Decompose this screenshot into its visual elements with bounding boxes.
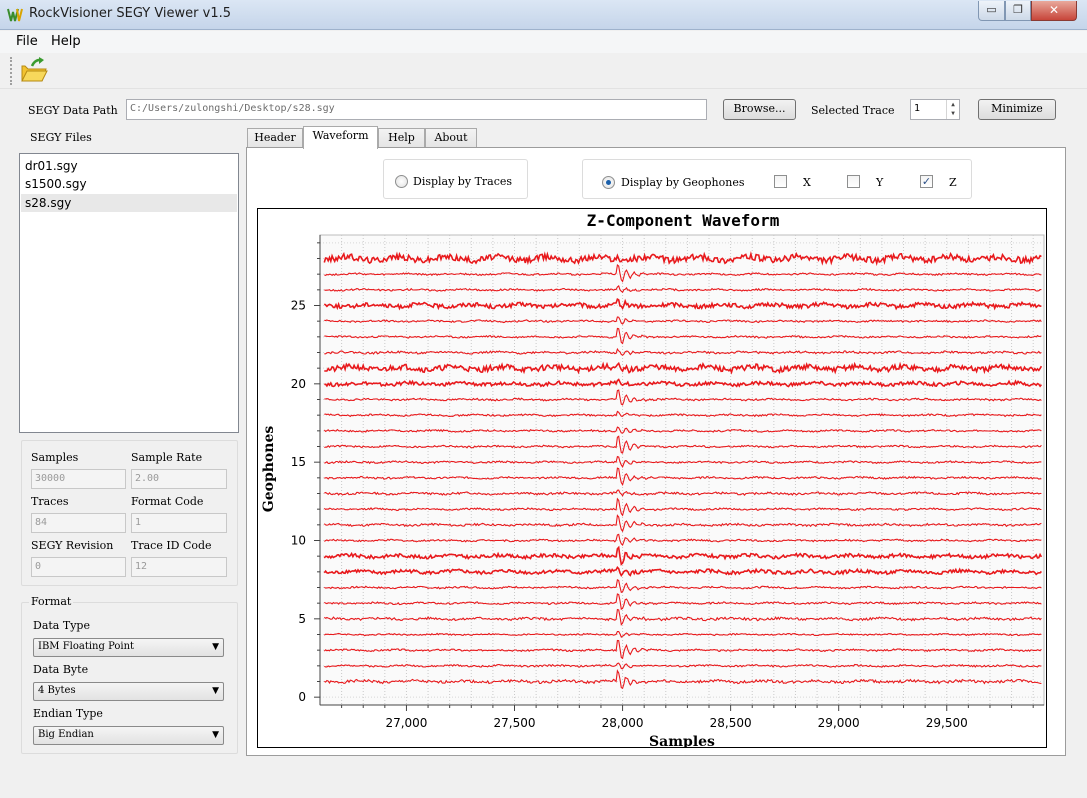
close-window-button[interactable]: ✕ xyxy=(1031,1,1077,21)
tab-help[interactable]: Help xyxy=(378,128,425,148)
toolbar-grip[interactable] xyxy=(10,57,14,85)
data-byte-label: Data Byte xyxy=(33,663,89,676)
segy-path-input[interactable]: C:/Users/zulongshi/Desktop/s28.sgy xyxy=(126,99,707,120)
traces-field: 84 xyxy=(31,513,126,533)
checkmark-icon: ✓ xyxy=(921,175,932,188)
data-type-label: Data Type xyxy=(33,619,90,632)
window-title: RockVisioner SEGY Viewer v1.5 xyxy=(29,6,232,21)
y-tick-label: 20 xyxy=(291,377,306,391)
minimize-icon: ▭ xyxy=(986,3,997,16)
tab-header[interactable]: Header xyxy=(247,128,303,148)
segy-revision-field: 0 xyxy=(31,557,126,577)
menu-help[interactable]: Help xyxy=(51,34,81,49)
x-tick-label: 28,000 xyxy=(602,716,644,730)
endian-type-value: Big Endian xyxy=(38,729,94,740)
maximize-icon: ❐ xyxy=(1013,3,1023,16)
selected-trace-spinbox[interactable]: 1 ▲ ▼ xyxy=(910,99,960,120)
y-component-label: Y xyxy=(876,176,884,189)
y-tick-label: 0 xyxy=(298,690,306,704)
minimize-button[interactable]: Minimize xyxy=(978,99,1056,120)
waveform-plot[interactable]: Z-Component Waveform Samples Geophones 0… xyxy=(257,208,1047,748)
display-by-traces-label[interactable]: Display by Traces xyxy=(413,175,512,188)
trace-id-label: Trace ID Code xyxy=(131,539,212,552)
browse-button[interactable]: Browse... xyxy=(723,99,796,120)
spin-down-icon[interactable]: ▼ xyxy=(947,109,959,118)
y-tick-label: 25 xyxy=(291,299,306,313)
tab-about[interactable]: About xyxy=(425,128,477,148)
sample-rate-field: 2.00 xyxy=(131,469,227,489)
data-byte-value: 4 Bytes xyxy=(38,685,76,696)
folder-open-icon[interactable] xyxy=(20,56,48,84)
trace-id-field: 12 xyxy=(131,557,227,577)
endian-type-label: Endian Type xyxy=(33,707,103,720)
chevron-down-icon: ▼ xyxy=(212,730,219,740)
y-tick-label: 5 xyxy=(298,612,306,626)
segy-revision-label: SEGY Revision xyxy=(31,539,114,552)
samples-field: 30000 xyxy=(31,469,126,489)
selected-trace-value: 1 xyxy=(914,103,921,114)
y-component-checkbox[interactable] xyxy=(847,175,860,188)
chevron-down-icon: ▼ xyxy=(212,686,219,696)
data-byte-select[interactable]: 4 Bytes ▼ xyxy=(33,682,224,701)
sample-rate-label: Sample Rate xyxy=(131,451,203,464)
toolbar xyxy=(0,53,1087,89)
x-component-checkbox[interactable] xyxy=(774,175,787,188)
maximize-window-button[interactable]: ❐ xyxy=(1005,1,1031,21)
file-item-s28[interactable]: s28.sgy xyxy=(21,194,237,212)
minimize-window-button[interactable]: ▭ xyxy=(978,1,1005,21)
spin-up-icon[interactable]: ▲ xyxy=(947,100,959,109)
format-code-label: Format Code xyxy=(131,495,204,508)
display-by-geophones-radio[interactable] xyxy=(602,176,615,189)
chevron-down-icon: ▼ xyxy=(212,642,219,652)
menu-file[interactable]: File xyxy=(16,34,38,49)
menu-bar: File Help xyxy=(0,31,1087,53)
segy-file-list[interactable]: dr01.sgy s1500.sgy s28.sgy xyxy=(19,153,239,433)
tab-waveform[interactable]: Waveform xyxy=(303,126,378,149)
chart-ylabel: Geophones xyxy=(261,426,277,513)
app-logo-icon xyxy=(7,8,23,22)
display-by-traces-radio[interactable] xyxy=(395,175,408,188)
x-tick-label: 27,500 xyxy=(494,716,536,730)
format-group-title: Format xyxy=(29,595,74,608)
close-icon: ✕ xyxy=(1048,3,1060,17)
chart-xlabel: Samples xyxy=(649,734,715,747)
selected-trace-label: Selected Trace xyxy=(811,104,895,117)
y-tick-label: 10 xyxy=(291,534,306,548)
x-tick-label: 27,000 xyxy=(385,716,427,730)
segy-files-label: SEGY Files xyxy=(30,131,92,144)
x-tick-label: 29,500 xyxy=(926,716,968,730)
segy-path-label: SEGY Data Path xyxy=(28,104,118,117)
x-tick-label: 29,000 xyxy=(818,716,860,730)
status-bar xyxy=(0,766,1087,798)
spin-arrows[interactable]: ▲ ▼ xyxy=(946,100,959,119)
display-by-geophones-label[interactable]: Display by Geophones xyxy=(621,176,744,189)
chart-title: Z-Component Waveform xyxy=(587,211,780,230)
x-component-label: X xyxy=(803,176,811,189)
x-tick-label: 28,500 xyxy=(710,716,752,730)
traces-label: Traces xyxy=(31,495,69,508)
samples-label: Samples xyxy=(31,451,79,464)
data-type-select[interactable]: IBM Floating Point ▼ xyxy=(33,638,224,657)
title-bar: RockVisioner SEGY Viewer v1.5 ▭ ❐ ✕ xyxy=(0,0,1087,30)
file-item-s1500[interactable]: s1500.sgy xyxy=(21,175,237,193)
endian-type-select[interactable]: Big Endian ▼ xyxy=(33,726,224,745)
data-type-value: IBM Floating Point xyxy=(38,641,135,652)
z-component-label: Z xyxy=(949,176,957,189)
file-item-dr01[interactable]: dr01.sgy xyxy=(21,157,237,175)
format-code-field: 1 xyxy=(131,513,227,533)
y-tick-label: 15 xyxy=(291,455,306,469)
z-component-checkbox[interactable]: ✓ xyxy=(920,175,933,188)
waveform-chart-svg: Z-Component Waveform Samples Geophones 0… xyxy=(261,211,1045,747)
